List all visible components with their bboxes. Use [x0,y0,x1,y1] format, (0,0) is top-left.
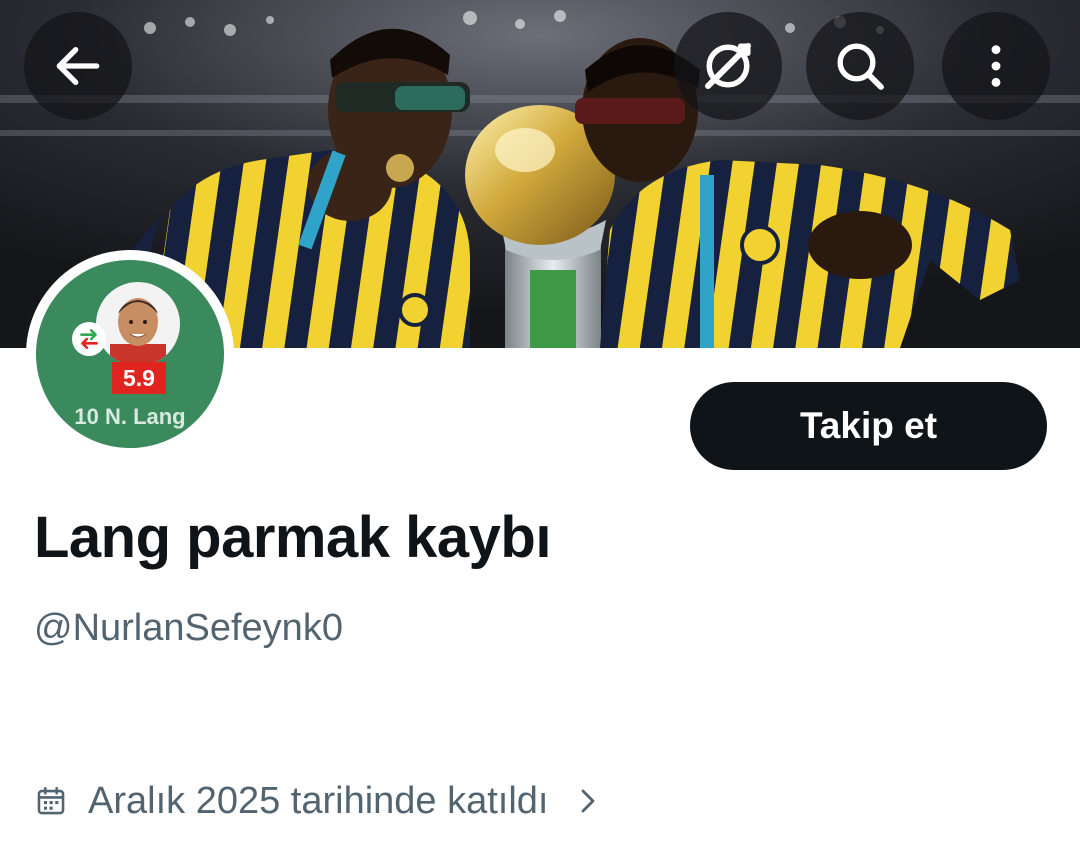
more-vertical-icon [991,45,1001,87]
user-handle: @NurlanSefeynk0 [34,607,343,649]
substitution-icon [72,322,106,356]
back-button[interactable] [24,12,132,120]
chevron-right-icon [573,786,603,816]
profile-avatar[interactable]: 5.9 10 N. Lang [26,250,234,458]
player-photo [96,282,180,366]
grok-button[interactable] [674,12,782,120]
arrow-left-icon [56,46,100,86]
more-button[interactable] [942,12,1050,120]
calendar-icon [34,784,68,818]
grok-icon [705,43,751,89]
search-button[interactable] [806,12,914,120]
search-icon [837,43,884,90]
joined-date-row[interactable]: Aralık 2025 tarihinde katıldı [34,774,603,828]
follow-button[interactable]: Takip et [690,382,1047,470]
joined-date-text: Aralık 2025 tarihinde katıldı [88,779,549,822]
avatar-image: 5.9 10 N. Lang [36,260,224,448]
player-rating-badge: 5.9 [112,362,166,394]
profile-page: 5.9 10 N. Lang Takip et Lang parmak kayb… [0,0,1080,847]
player-label: 10 N. Lang [74,404,186,429]
display-name: Lang parmak kaybı [34,505,551,570]
